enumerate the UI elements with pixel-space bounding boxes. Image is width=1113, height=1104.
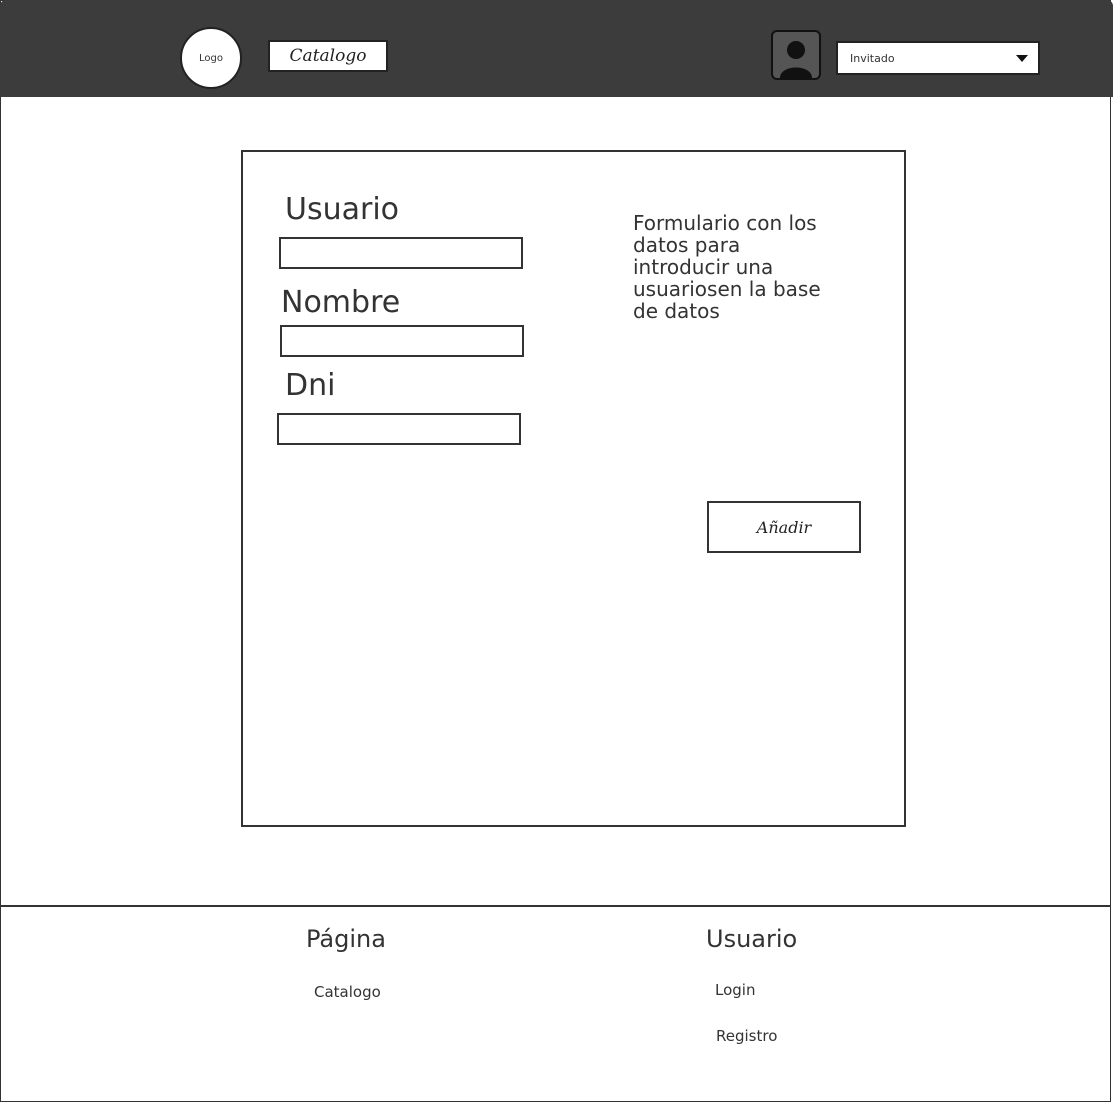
top-bar: Logo Catalogo Invitado	[0, 0, 1113, 97]
catalog-button-label: Catalogo	[289, 46, 367, 66]
user-avatar-icon[interactable]	[771, 30, 821, 80]
footer-link-login[interactable]: Login	[715, 981, 755, 999]
catalog-button[interactable]: Catalogo	[268, 40, 388, 72]
user-silhouette-icon	[780, 41, 812, 78]
footer-link-registro[interactable]: Registro	[716, 1027, 777, 1045]
caret-down-icon	[1016, 54, 1028, 62]
nombre-input[interactable]	[280, 325, 524, 357]
footer-user-heading: Usuario	[706, 925, 798, 953]
usuario-input[interactable]	[279, 237, 523, 269]
user-role-select[interactable]: Invitado	[836, 41, 1040, 75]
add-button-label: Añadir	[756, 517, 812, 537]
logo[interactable]: Logo	[180, 27, 242, 89]
add-button[interactable]: Añadir	[707, 501, 861, 553]
footer	[0, 905, 1111, 1102]
nombre-label: Nombre	[281, 285, 401, 320]
dni-input[interactable]	[277, 413, 521, 445]
user-role-select-value: Invitado	[850, 51, 895, 65]
footer-link-catalogo[interactable]: Catalogo	[314, 983, 381, 1001]
form-description: Formulario con los datos para introducir…	[633, 211, 821, 323]
footer-page-heading: Página	[306, 925, 386, 953]
dni-label: Dni	[285, 368, 336, 403]
logo-label: Logo	[199, 52, 223, 64]
usuario-label: Usuario	[285, 192, 400, 227]
